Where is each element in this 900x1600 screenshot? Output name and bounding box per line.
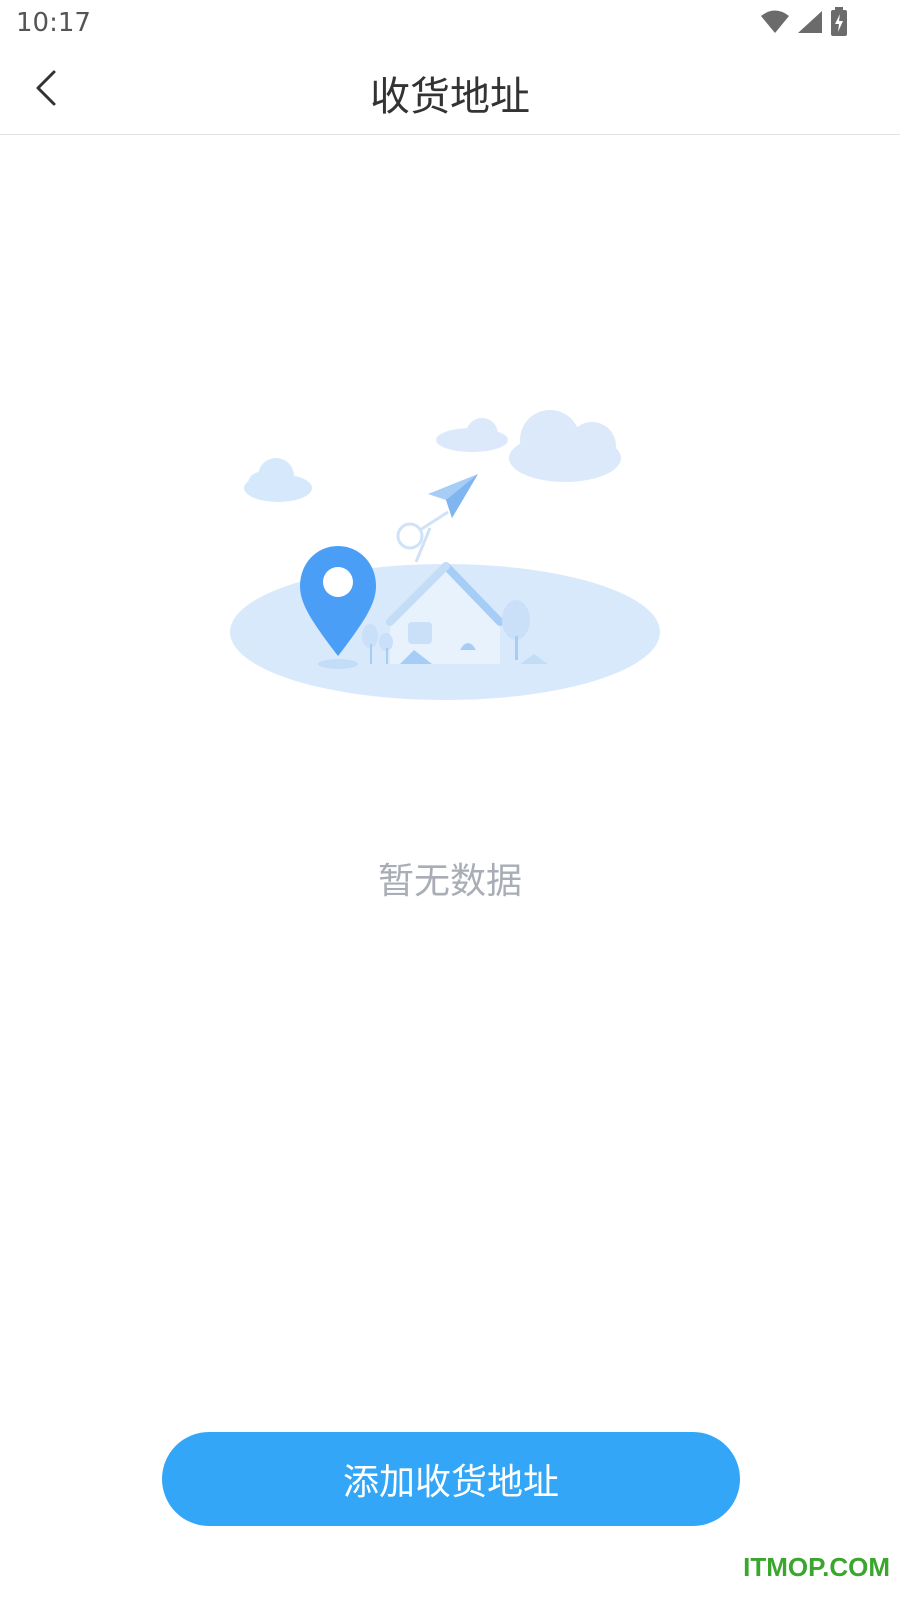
status-bar: 10:17 xyxy=(0,0,900,48)
empty-state-message: 暂无数据 xyxy=(377,861,522,902)
battery-charging-icon xyxy=(830,7,848,41)
page-title: 收货地址 xyxy=(370,74,530,120)
cloud-icon xyxy=(244,458,312,502)
wifi-icon xyxy=(760,9,790,39)
empty-address-illustration xyxy=(220,400,670,710)
top-app-bar: 收货地址 xyxy=(0,48,900,135)
status-time: 10:17 xyxy=(16,8,91,38)
cellular-signal-icon xyxy=(796,9,824,39)
watermark-logo: ITMOP.COM xyxy=(743,1552,890,1582)
address-page: 10:17 收货地址 暂无数据 添加收货地址 ITMOP.COM xyxy=(0,0,900,1600)
add-address-button[interactable]: 添加收货地址 xyxy=(162,1432,740,1526)
status-icons xyxy=(760,7,848,41)
